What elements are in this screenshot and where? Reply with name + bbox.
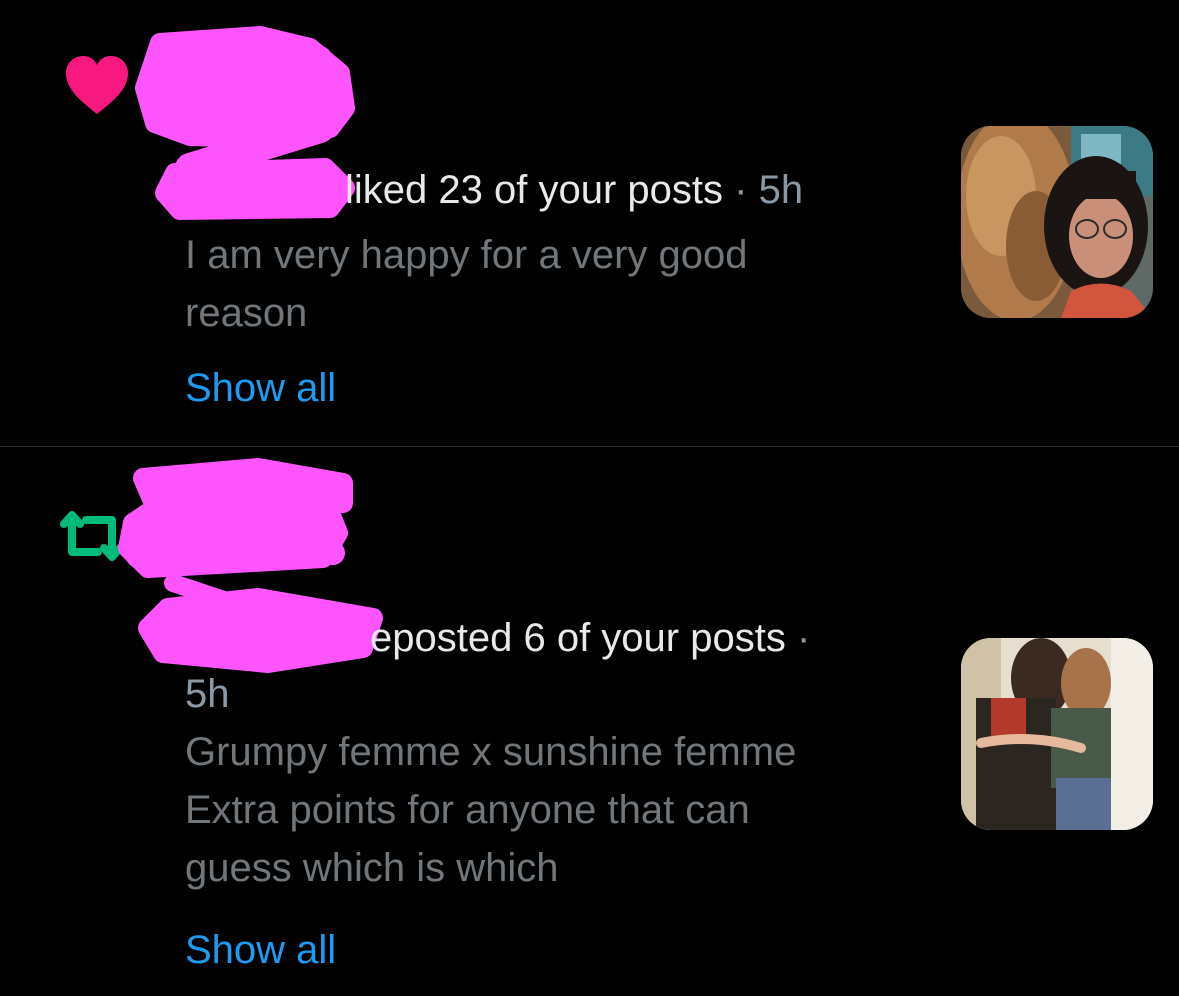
post-snippet-line: Extra points for anyone that can bbox=[185, 788, 750, 832]
photo-thumbnail[interactable] bbox=[961, 126, 1153, 318]
action-text: liked 23 of your posts bbox=[345, 168, 723, 212]
separator-dot: · bbox=[796, 616, 811, 660]
notification-like[interactable]: liked 23 of your posts · 5h I am very ha… bbox=[0, 0, 1179, 447]
notification-headline: liked 23 of your posts · 5h bbox=[345, 166, 803, 214]
action-text: eposted 6 of your posts bbox=[370, 616, 786, 660]
redacted-avatar-and-name bbox=[108, 458, 388, 683]
notification-repost[interactable]: eposted 6 of your posts · 5h Grumpy femm… bbox=[0, 448, 1179, 996]
post-snippet-line: guess which is which bbox=[185, 846, 559, 890]
divider bbox=[0, 446, 1179, 447]
photo-thumbnail[interactable] bbox=[961, 638, 1153, 830]
heart-icon bbox=[64, 54, 130, 116]
show-all-link[interactable]: Show all bbox=[185, 364, 336, 412]
post-snippet-line: reason bbox=[185, 291, 308, 335]
post-snippet-line: Grumpy femme x sunshine femme bbox=[185, 730, 797, 774]
post-snippet-line: I am very happy for a very good bbox=[185, 233, 748, 277]
show-all-link[interactable]: Show all bbox=[185, 926, 336, 974]
post-snippet[interactable]: Grumpy femme x sunshine femme Extra poin… bbox=[185, 723, 796, 897]
post-snippet[interactable]: I am very happy for a very good reason bbox=[185, 226, 748, 342]
timestamp: 5h bbox=[758, 168, 804, 212]
timestamp: 5h bbox=[185, 672, 230, 716]
redacted-avatar-and-name bbox=[130, 26, 370, 233]
separator-dot: · bbox=[734, 168, 748, 212]
notification-headline: eposted 6 of your posts · bbox=[370, 614, 810, 662]
